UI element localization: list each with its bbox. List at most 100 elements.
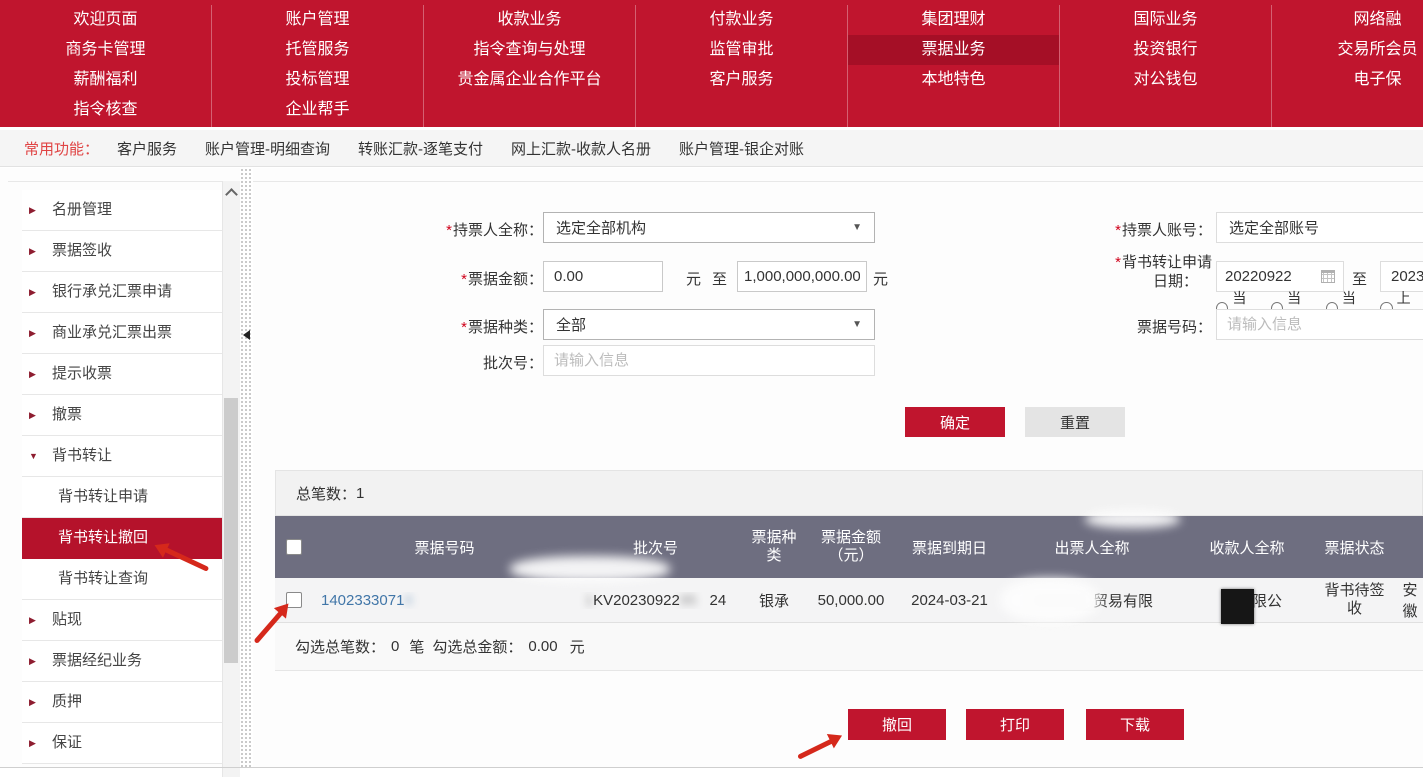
batch-no-label: 批次号： [385, 352, 543, 373]
triangle-right-icon: ▶ [29, 395, 36, 435]
triangle-right-icon: ▶ [29, 600, 36, 640]
nav-item-collection[interactable]: 收款业务 [424, 5, 635, 35]
triangle-right-icon: ▶ [29, 190, 36, 230]
bill-no-label: 票据号码： [1084, 316, 1212, 337]
sidebar-item-endorsement-withdraw-selected[interactable]: 背书转让撤回 [22, 518, 222, 559]
sidebar-item-bank-acceptance-apply[interactable]: ▶银行承兑汇票申请 [22, 272, 222, 313]
date-to-word: 至 [1352, 268, 1367, 289]
sidebar-scrollbar-thumb[interactable] [224, 398, 238, 663]
select-all-checkbox[interactable] [286, 539, 302, 555]
sidebar-item-discount[interactable]: ▶贴现 [22, 600, 222, 641]
nav-item-online-financing[interactable]: 网络融 [1272, 5, 1423, 35]
nav-column-6: 国际业务 投资银行 对公钱包 [1060, 5, 1272, 127]
sidebar-item-endorsement-transfer[interactable]: ▼背书转让 [22, 436, 222, 477]
nav-item-business-card[interactable]: 商务卡管理 [0, 35, 211, 65]
nav-item-bidding[interactable]: 投标管理 [212, 65, 423, 95]
sidebar-item-bill-brokerage[interactable]: ▶票据经纪业务 [22, 641, 222, 682]
nav-item-international[interactable]: 国际业务 [1060, 5, 1271, 35]
bill-no-input[interactable] [1216, 309, 1423, 340]
nav-column-3: 收款业务 指令查询与处理 贵金属企业合作平台 [424, 5, 636, 127]
bottom-divider [0, 767, 1423, 768]
amount-to-word: 至 [712, 268, 727, 289]
nav-column-4: 付款业务 监管审批 客户服务 [636, 5, 848, 127]
holder-account-select[interactable]: 选定全部账号 [1216, 212, 1423, 243]
row-due-date-cell: 2024-03-21 [897, 592, 1002, 609]
nav-column-1: 欢迎页面 商务卡管理 薪酬福利 指令核查 [0, 5, 212, 127]
row-checkbox[interactable] [286, 592, 302, 608]
nav-item-precious-metal[interactable]: 贵金属企业合作平台 [424, 65, 635, 95]
content-top-border [8, 181, 1423, 182]
sidebar-item-guarantee[interactable]: ▶保证 [22, 723, 222, 764]
sidebar-menu: ▶名册管理 ▶票据签收 ▶银行承兑汇票申请 ▶商业承兑汇票出票 ▶提示收票 ▶撤… [22, 190, 222, 764]
row-bill-type-cell: 银承 [743, 590, 805, 611]
row-amount-cell: 50,000.00 [805, 592, 897, 609]
nav-item-local-features[interactable]: 本地特色 [848, 65, 1059, 95]
selection-summary-bar: 勾选总笔数： 0 笔 勾选总金额： 0.00 元 [275, 623, 1423, 671]
collapse-sidebar-icon[interactable] [243, 330, 250, 340]
sidebar-item-roster-mgmt[interactable]: ▶名册管理 [22, 190, 222, 231]
quicklink-payee-roster[interactable]: 网上汇款-收款人名册 [511, 138, 651, 159]
triangle-right-icon: ▶ [29, 313, 36, 353]
sidebar-item-bill-sign[interactable]: ▶票据签收 [22, 231, 222, 272]
sidebar-item-pledge[interactable]: ▶质押 [22, 682, 222, 723]
nav-item-regulatory[interactable]: 监管审批 [636, 35, 847, 65]
withdraw-button[interactable]: 撤回 [848, 709, 946, 740]
total-count-value: 1 [356, 485, 364, 502]
quicklink-bank-enterprise-reconciliation[interactable]: 账户管理-银企对账 [679, 138, 804, 159]
masked-digits: 1 [585, 592, 593, 609]
download-button[interactable]: 下载 [1086, 709, 1184, 740]
nav-item-welcome[interactable]: 欢迎页面 [0, 5, 211, 35]
top-nav: 欢迎页面 商务卡管理 薪酬福利 指令核查 账户管理 托管服务 投标管理 企业帮手… [0, 0, 1423, 127]
nav-item-group-finance[interactable]: 集团理财 [848, 5, 1059, 35]
nav-item-corporate-wallet[interactable]: 对公钱包 [1060, 65, 1271, 95]
nav-item-customer-service[interactable]: 客户服务 [636, 65, 847, 95]
amount-to-input[interactable] [737, 261, 867, 292]
sidebar-item-commercial-acceptance-issue[interactable]: ▶商业承兑汇票出票 [22, 313, 222, 354]
column-bill-status: 票据状态 [1312, 537, 1397, 558]
sidebar-item-prompt-receive[interactable]: ▶提示收票 [22, 354, 222, 395]
holder-account-label: *持票人账号： [1084, 219, 1212, 240]
confirm-button[interactable]: 确定 [905, 407, 1005, 437]
column-batch-no: 批次号 [568, 537, 743, 558]
bill-type-label: *票据种类： [385, 316, 543, 337]
triangle-right-icon: ▶ [29, 272, 36, 312]
batch-no-input[interactable] [543, 345, 875, 376]
chevron-up-icon [225, 188, 238, 201]
amount-from-input[interactable] [543, 261, 663, 292]
quicklink-transfer-single-payment[interactable]: 转账汇款-逐笔支付 [358, 138, 483, 159]
print-button[interactable]: 打印 [966, 709, 1064, 740]
calendar-icon[interactable] [1321, 270, 1335, 283]
sidebar-item-endorsement-apply[interactable]: 背书转让申请 [22, 477, 222, 518]
nav-item-bill-business-active[interactable]: 票据业务 [848, 35, 1059, 65]
reset-button[interactable]: 重置 [1025, 407, 1125, 437]
triangle-right-icon: ▶ [29, 231, 36, 271]
nav-item-custody[interactable]: 托管服务 [212, 35, 423, 65]
panel-splitter[interactable] [240, 168, 253, 767]
bill-no-link[interactable]: 14023330716 [321, 592, 413, 609]
scrollbar-up-arrow[interactable] [224, 186, 238, 202]
nav-column-7: 网络融 交易所会员 电子保 [1272, 5, 1423, 127]
nav-item-exchange-member[interactable]: 交易所会员 [1272, 35, 1423, 65]
nav-item-investment-bank[interactable]: 投资银行 [1060, 35, 1271, 65]
redaction-box [1221, 589, 1254, 624]
apply-date-label: *背书转让申请 日期： [1084, 253, 1212, 291]
nav-item-e-guarantee[interactable]: 电子保 [1272, 65, 1423, 95]
triangle-right-icon: ▶ [29, 723, 36, 763]
nav-item-payroll[interactable]: 薪酬福利 [0, 65, 211, 95]
nav-item-instruction-query[interactable]: 指令查询与处理 [424, 35, 635, 65]
sidebar-item-withdraw-bill[interactable]: ▶撤票 [22, 395, 222, 436]
chevron-down-icon: ▼ [852, 319, 862, 330]
nav-item-payment[interactable]: 付款业务 [636, 5, 847, 35]
column-drawer-name: 出票人全称 [1002, 537, 1182, 558]
bill-type-select[interactable]: 全部 ▼ [543, 309, 875, 340]
sidebar-item-endorsement-query[interactable]: 背书转让查询 [22, 559, 222, 600]
quicklink-customer-service[interactable]: 客户服务 [117, 138, 177, 159]
column-amount: 票据金额（元） [805, 529, 897, 565]
row-status-cell: 背书待签收 [1312, 582, 1397, 618]
holder-name-select[interactable]: 选定全部机构 ▼ [543, 212, 875, 243]
nav-item-enterprise-helper[interactable]: 企业帮手 [212, 95, 423, 125]
nav-item-instruction-check[interactable]: 指令核查 [0, 95, 211, 125]
amount-to-unit: 元 [873, 268, 888, 289]
nav-item-account-mgmt[interactable]: 账户管理 [212, 5, 423, 35]
quicklink-account-detail-query[interactable]: 账户管理-明细查询 [205, 138, 330, 159]
